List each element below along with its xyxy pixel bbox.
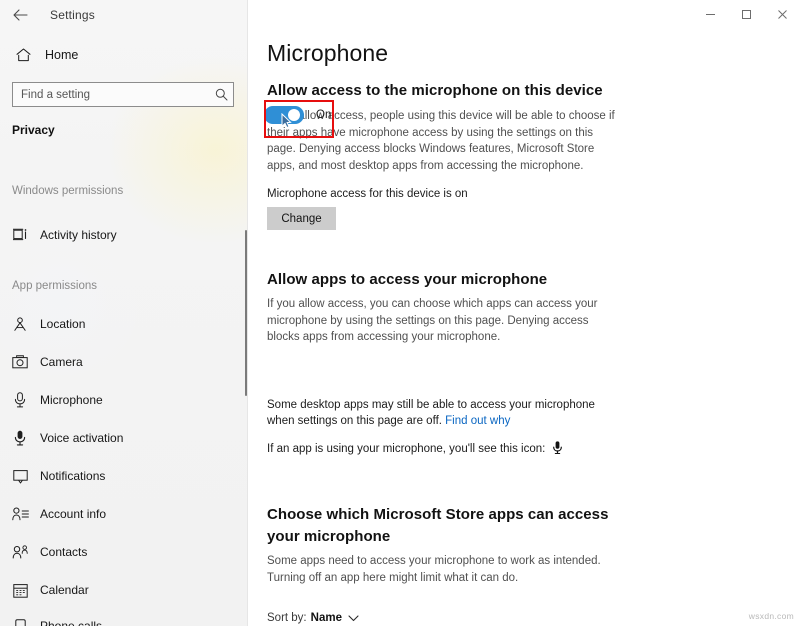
section-store-apps-body: Some apps need to access your microphone… <box>267 555 601 584</box>
sidebar-item-location-label: Location <box>40 317 86 331</box>
sidebar-item-microphone-label: Microphone <box>40 393 103 407</box>
back-button[interactable] <box>0 0 40 29</box>
allow-apps-microphone-toggle-row: On <box>264 106 332 129</box>
sidebar-item-camera[interactable]: Camera <box>8 349 238 375</box>
sidebar-item-contacts[interactable]: Contacts <box>8 539 238 565</box>
title-bar: Settings <box>0 0 800 29</box>
microphone-icon <box>8 392 32 408</box>
sidebar-group-app-permissions: App permissions <box>12 280 98 292</box>
calendar-icon <box>8 583 32 598</box>
sidebar-item-home-label: Home <box>45 48 79 62</box>
sidebar-item-location[interactable]: Location <box>8 311 238 337</box>
search-icon[interactable] <box>209 88 233 101</box>
sidebar-item-activity-history[interactable]: Activity history <box>8 222 238 248</box>
sidebar-item-microphone[interactable]: Microphone <box>8 387 238 413</box>
maximize-icon <box>741 9 752 20</box>
close-button[interactable] <box>764 0 800 29</box>
chevron-down-icon <box>348 614 359 622</box>
account-info-icon <box>8 507 32 521</box>
location-pin-icon <box>8 316 32 332</box>
settings-window: Settings Home Find a setting Privacy Win… <box>0 0 800 626</box>
find-out-why-link[interactable]: Find out why <box>445 415 510 427</box>
main-content: Microphone Allow access to the microphon… <box>248 0 800 626</box>
phone-icon <box>8 618 32 626</box>
sidebar-item-calendar-label: Calendar <box>40 583 89 597</box>
sidebar-item-account-info-label: Account info <box>40 507 107 521</box>
sidebar-item-account-info[interactable]: Account info <box>8 501 238 527</box>
minimize-button[interactable] <box>692 0 728 29</box>
window-controls <box>692 0 800 29</box>
back-arrow-icon <box>12 8 28 21</box>
sidebar-item-voice-activation-label: Voice activation <box>40 431 124 445</box>
sidebar-category-privacy: Privacy <box>12 123 55 137</box>
sidebar-item-phone-calls-label: Phone calls <box>40 619 103 626</box>
toggle-state-label: On <box>316 109 332 121</box>
activity-history-icon <box>8 228 32 242</box>
sort-by-dropdown[interactable]: Sort by: Name <box>267 612 359 624</box>
sidebar: Home Privacy Windows permissions App per… <box>0 0 248 626</box>
device-access-status: Microphone access for this device is on <box>267 188 468 200</box>
sidebar-group-windows-permissions: Windows permissions <box>12 185 124 197</box>
using-microphone-icon-note: If an app is using your microphone, you'… <box>267 441 622 459</box>
section-allow-apps-body: If you allow access, you can choose whic… <box>267 298 598 343</box>
using-microphone-icon-note-text: If an app is using your microphone, you'… <box>267 443 546 455</box>
sidebar-item-contacts-label: Contacts <box>40 545 88 559</box>
page-title: Microphone <box>267 40 389 66</box>
maximize-button[interactable] <box>728 0 764 29</box>
search-input[interactable] <box>13 83 209 106</box>
sort-by-label: Sort by: <box>267 612 307 624</box>
sidebar-item-camera-label: Camera <box>40 355 83 369</box>
toggle-knob <box>288 109 300 121</box>
sidebar-item-phone-calls[interactable]: Phone calls <box>8 613 238 626</box>
desktop-apps-note: Some desktop apps may still be able to a… <box>267 397 622 429</box>
minimize-icon <box>705 9 716 20</box>
voice-activation-icon <box>8 430 32 446</box>
sidebar-item-notifications[interactable]: Notifications <box>8 463 238 489</box>
sidebar-item-calendar[interactable]: Calendar <box>8 577 238 603</box>
sidebar-item-activity-history-label: Activity history <box>40 228 117 242</box>
desktop-apps-note-text: Some desktop apps may still be able to a… <box>267 399 595 427</box>
sidebar-item-home[interactable]: Home <box>12 44 78 66</box>
sort-by-value: Name <box>310 612 342 624</box>
home-icon <box>12 48 34 62</box>
contacts-icon <box>8 545 32 559</box>
section-allow-apps-heading: Allow apps to access your microphone <box>267 271 548 288</box>
camera-icon <box>8 355 32 369</box>
sidebar-item-voice-activation[interactable]: Voice activation <box>8 425 238 451</box>
notification-icon <box>8 469 32 484</box>
app-title: Settings <box>50 7 95 22</box>
microphone-icon <box>552 441 562 459</box>
section-store-apps-heading: Choose which Microsoft Store apps can ac… <box>267 506 609 545</box>
sidebar-item-notifications-label: Notifications <box>40 469 106 483</box>
allow-apps-microphone-toggle[interactable] <box>264 106 304 129</box>
search-box[interactable] <box>12 82 234 107</box>
watermark: wsxdn.com <box>748 611 794 621</box>
change-button[interactable]: Change <box>267 207 336 230</box>
close-icon <box>777 9 788 20</box>
section-allow-device-access-heading: Allow access to the microphone on this d… <box>267 82 603 99</box>
